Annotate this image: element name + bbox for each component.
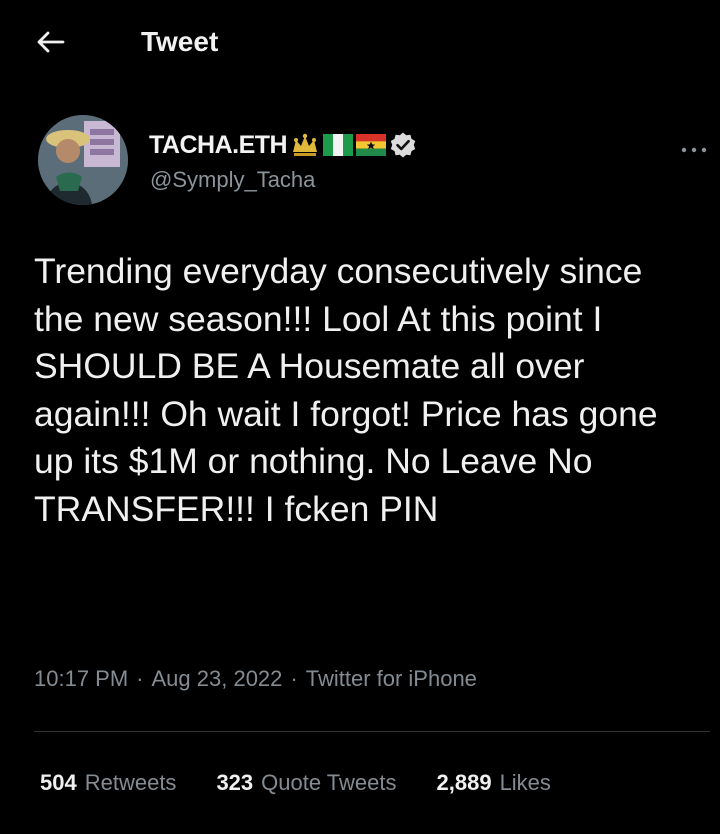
back-button[interactable]: [30, 24, 70, 60]
verified-icon: [389, 131, 417, 159]
likes-label: Likes: [499, 770, 551, 795]
profile-photo: [38, 115, 128, 205]
divider: [34, 731, 710, 732]
likes-stat[interactable]: 2,889 Likes: [437, 770, 551, 796]
page-title: Tweet: [141, 26, 219, 57]
retweets-count: 504: [40, 770, 77, 795]
ghana-flag-icon: [356, 134, 387, 156]
tweet-stats: 504 Retweets 323 Quote Tweets 2,889 Like…: [40, 770, 591, 796]
meta-separator: ·: [290, 666, 298, 691]
crown-emoji: [290, 132, 320, 158]
display-name-row[interactable]: TACHA.ETH: [149, 127, 417, 163]
tweet-meta: 10:17 PM · Aug 23, 2022 · Twitter for iP…: [34, 666, 477, 692]
tweet-time[interactable]: 10:17 PM: [34, 666, 128, 692]
tweet-source[interactable]: Twitter for iPhone: [306, 666, 477, 692]
quote-tweets-label: Quote Tweets: [261, 770, 397, 795]
arrow-left-icon: [37, 31, 65, 53]
tweet-date[interactable]: Aug 23, 2022: [152, 666, 283, 692]
quote-tweets-count: 323: [216, 770, 254, 795]
quote-tweets-stat[interactable]: 323 Quote Tweets: [216, 770, 396, 796]
meta-separator: ·: [136, 666, 144, 691]
avatar[interactable]: [38, 115, 128, 205]
likes-count: 2,889: [436, 770, 492, 795]
retweets-stat[interactable]: 504 Retweets: [40, 770, 176, 796]
more-dots-icon: [681, 147, 707, 153]
nigeria-flag-icon: [323, 134, 354, 156]
display-name: TACHA.ETH: [149, 130, 288, 159]
retweets-label: Retweets: [84, 770, 177, 795]
tweet-header: Tweet: [0, 0, 720, 84]
tweet-author: TACHA.ETH @Symply_Tacha: [38, 115, 707, 210]
more-options-button[interactable]: [672, 135, 716, 165]
user-handle[interactable]: @Symply_Tacha: [150, 167, 315, 193]
tweet-text: Trending everyday consecutively since th…: [34, 251, 658, 529]
